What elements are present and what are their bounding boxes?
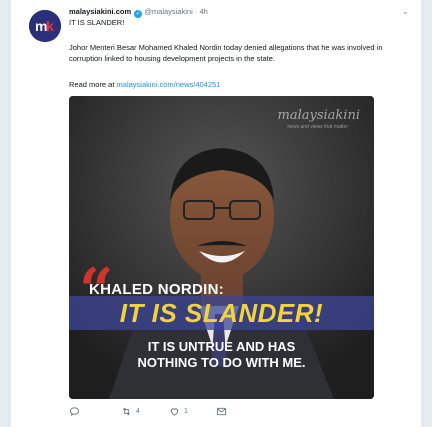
reply-button[interactable] xyxy=(69,406,84,417)
article-link[interactable]: malaysiakini.com/news/404251 xyxy=(117,80,221,89)
reply-icon xyxy=(69,407,80,417)
verified-badge-icon: ✓ xyxy=(134,10,143,18)
envelope-icon xyxy=(216,407,227,416)
watermark-tagline: news and views that matter xyxy=(287,124,348,130)
author-handle[interactable]: @malaysiakini xyxy=(144,7,192,16)
svg-text:k: k xyxy=(46,18,54,34)
heart-icon xyxy=(170,408,179,416)
separator-dot: · xyxy=(194,7,198,16)
watermark-text: malaysiakini xyxy=(277,108,360,123)
quote-main: IT IS SLANDER! xyxy=(119,298,324,328)
tweet-header: malaysiakini.com ✓ @malaysiakini · 4h xyxy=(69,7,208,18)
direct-message-button[interactable] xyxy=(216,406,227,417)
tweet-body: Johor Menteri Besar Mohamed Khaled Nordi… xyxy=(69,43,383,63)
author-name[interactable]: malaysiakini.com xyxy=(69,7,131,16)
read-more-label: Read more at xyxy=(69,80,115,89)
quote-line-2: NOTHING TO DO WITH ME. xyxy=(137,355,306,370)
retweet-count: 4 xyxy=(136,408,140,415)
like-button[interactable]: 1 xyxy=(169,406,188,417)
tweet-headline: IT IS SLANDER! xyxy=(69,18,125,27)
chevron-down-icon[interactable]: ⌄ xyxy=(401,6,409,17)
tweet-card[interactable]: m k malaysiakini.com ✓ @malaysiakini · 4… xyxy=(10,0,422,427)
tweet-actions: 4 1 xyxy=(69,406,369,420)
tweet-timestamp[interactable]: 4h xyxy=(199,7,207,16)
like-count: 1 xyxy=(184,408,188,415)
tweet-image[interactable]: malaysiakini news and views that matter … xyxy=(69,96,374,399)
quote-line-1: IT IS UNTRUE AND HAS xyxy=(147,339,296,354)
avatar[interactable]: m k xyxy=(29,10,61,42)
read-more-line: Read more at malaysiakini.com/news/40425… xyxy=(69,80,220,89)
malaysiakini-logo-icon: m k xyxy=(29,10,61,42)
retweet-button[interactable]: 4 xyxy=(121,406,140,417)
retweet-icon xyxy=(122,407,131,416)
